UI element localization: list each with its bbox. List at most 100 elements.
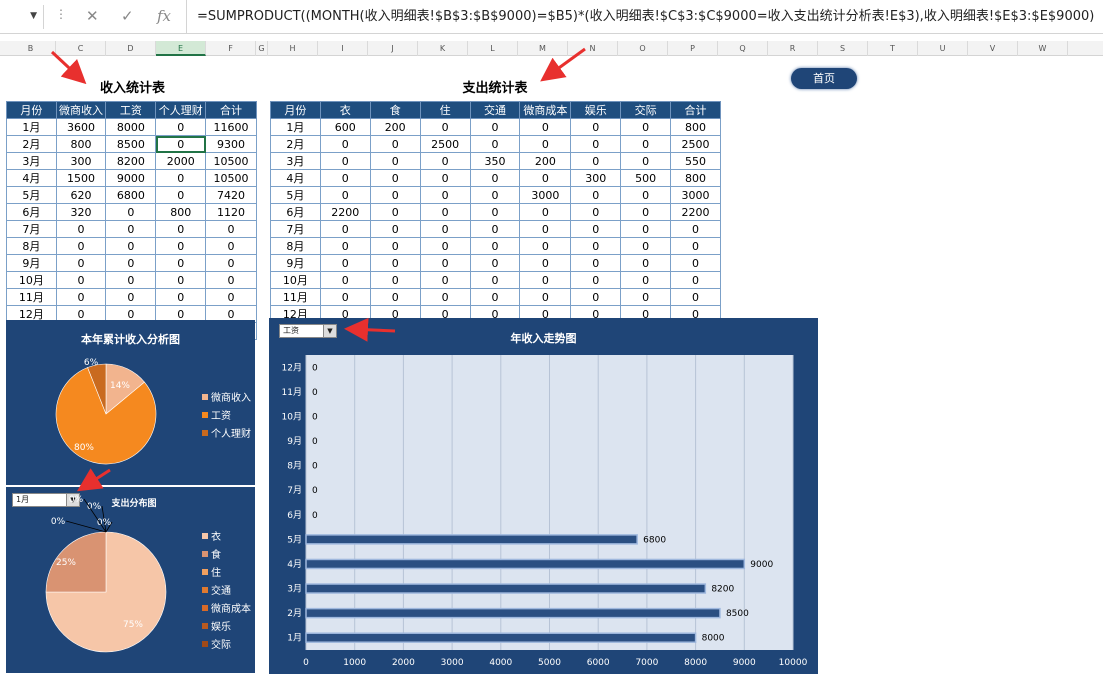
table-cell[interactable]: 0 bbox=[570, 152, 622, 170]
table-cell[interactable]: 0 bbox=[519, 220, 572, 238]
table-cell[interactable]: 550 bbox=[670, 152, 721, 170]
column-header-o[interactable]: O bbox=[618, 41, 668, 56]
table-cell[interactable]: 0 bbox=[620, 118, 672, 136]
column-header-r[interactable]: R bbox=[768, 41, 818, 56]
column-header-cell[interactable]: 住 bbox=[419, 101, 471, 119]
table-cell[interactable]: 0 bbox=[205, 254, 257, 272]
table-cell[interactable]: 0 bbox=[155, 288, 207, 306]
table-cell[interactable]: 0 bbox=[570, 203, 622, 221]
table-cell[interactable]: 8月 bbox=[6, 237, 57, 255]
table-cell[interactable]: 3月 bbox=[6, 152, 57, 170]
table-cell[interactable]: 320 bbox=[55, 203, 107, 221]
table-cell[interactable]: 0 bbox=[105, 203, 157, 221]
table-cell[interactable]: 0 bbox=[469, 118, 521, 136]
table-cell[interactable]: 7月 bbox=[6, 220, 57, 238]
table-cell[interactable]: 0 bbox=[620, 152, 672, 170]
column-header-w[interactable]: W bbox=[1018, 41, 1068, 56]
table-cell[interactable]: 0 bbox=[469, 254, 521, 272]
table-cell[interactable]: 0 bbox=[620, 203, 672, 221]
column-header-c[interactable]: C bbox=[56, 41, 106, 56]
bar[interactable] bbox=[305, 558, 746, 570]
table-cell[interactable]: 0 bbox=[105, 254, 157, 272]
table-cell[interactable]: 5月 bbox=[270, 186, 321, 204]
table-cell[interactable]: 600 bbox=[319, 118, 371, 136]
column-header-f[interactable]: F bbox=[206, 41, 256, 56]
table-cell[interactable]: 0 bbox=[419, 118, 471, 136]
bar[interactable] bbox=[305, 632, 697, 643]
column-header-l[interactable]: L bbox=[468, 41, 518, 56]
table-cell[interactable]: 3月 bbox=[270, 152, 321, 170]
table-cell[interactable]: 2200 bbox=[319, 203, 371, 221]
insert-function-icon[interactable]: fx bbox=[157, 7, 171, 25]
column-header-cell[interactable]: 个人理财 bbox=[155, 101, 207, 119]
table-cell[interactable]: 0 bbox=[469, 288, 521, 306]
table-cell[interactable]: 0 bbox=[570, 118, 622, 136]
table-cell[interactable]: 6月 bbox=[6, 203, 57, 221]
table-cell[interactable]: 0 bbox=[469, 271, 521, 289]
table-cell[interactable]: 300 bbox=[55, 152, 107, 170]
table-cell[interactable]: 0 bbox=[369, 288, 421, 306]
table-cell[interactable]: 0 bbox=[105, 271, 157, 289]
table-cell[interactable]: 0 bbox=[55, 254, 107, 272]
table-cell[interactable]: 0 bbox=[155, 237, 207, 255]
table-cell[interactable]: 0 bbox=[105, 288, 157, 306]
table-cell[interactable]: 0 bbox=[205, 220, 257, 238]
table-cell[interactable]: 8000 bbox=[105, 118, 157, 136]
table-cell[interactable]: 0 bbox=[670, 237, 721, 255]
table-cell[interactable]: 10月 bbox=[270, 271, 321, 289]
table-cell[interactable]: 7420 bbox=[205, 186, 257, 204]
table-cell[interactable]: 11600 bbox=[205, 118, 257, 136]
name-box[interactable]: ▼ bbox=[0, 5, 44, 29]
table-cell[interactable]: 0 bbox=[55, 288, 107, 306]
table-cell[interactable]: 4月 bbox=[6, 169, 57, 187]
table-cell[interactable]: 0 bbox=[319, 186, 371, 204]
table-cell[interactable]: 300 bbox=[570, 169, 622, 187]
table-cell[interactable]: 0 bbox=[620, 220, 672, 238]
table-cell[interactable]: 0 bbox=[670, 220, 721, 238]
table-cell[interactable]: 6800 bbox=[105, 186, 157, 204]
column-header-e[interactable]: E bbox=[156, 41, 206, 56]
table-cell[interactable]: 0 bbox=[369, 271, 421, 289]
table-cell[interactable]: 2000 bbox=[155, 152, 207, 170]
table-cell[interactable]: 0 bbox=[155, 135, 207, 153]
column-header-cell[interactable]: 月份 bbox=[6, 101, 57, 119]
table-cell[interactable]: 0 bbox=[369, 169, 421, 187]
table-cell[interactable]: 0 bbox=[519, 288, 572, 306]
column-header-cell[interactable]: 微商收入 bbox=[55, 101, 107, 119]
table-cell[interactable]: 0 bbox=[570, 288, 622, 306]
table-cell[interactable]: 0 bbox=[570, 220, 622, 238]
column-header-h[interactable]: H bbox=[268, 41, 318, 56]
table-cell[interactable]: 0 bbox=[319, 220, 371, 238]
column-header-cell[interactable]: 月份 bbox=[270, 101, 321, 119]
table-cell[interactable]: 3000 bbox=[670, 186, 721, 204]
column-header-cell[interactable]: 工资 bbox=[105, 101, 157, 119]
table-cell[interactable]: 0 bbox=[519, 118, 572, 136]
table-cell[interactable]: 0 bbox=[419, 220, 471, 238]
table-cell[interactable]: 200 bbox=[369, 118, 421, 136]
table-cell[interactable]: 3600 bbox=[55, 118, 107, 136]
table-cell[interactable]: 0 bbox=[519, 169, 572, 187]
table-cell[interactable]: 0 bbox=[105, 220, 157, 238]
table-cell[interactable]: 0 bbox=[469, 203, 521, 221]
table-cell[interactable]: 0 bbox=[570, 237, 622, 255]
table-cell[interactable]: 2月 bbox=[270, 135, 321, 153]
table-cell[interactable]: 10500 bbox=[205, 169, 257, 187]
table-cell[interactable]: 1120 bbox=[205, 203, 257, 221]
table-cell[interactable]: 0 bbox=[419, 203, 471, 221]
table-cell[interactable]: 9000 bbox=[105, 169, 157, 187]
table-cell[interactable]: 0 bbox=[205, 288, 257, 306]
chevron-down-icon[interactable]: ▼ bbox=[30, 11, 37, 21]
home-button[interactable]: 首页 bbox=[791, 68, 857, 89]
table-cell[interactable]: 7月 bbox=[270, 220, 321, 238]
table-cell[interactable]: 0 bbox=[369, 135, 421, 153]
column-header-g[interactable]: G bbox=[256, 41, 268, 56]
table-cell[interactable]: 0 bbox=[319, 271, 371, 289]
table-cell[interactable]: 0 bbox=[155, 186, 207, 204]
column-header-cell[interactable]: 合计 bbox=[205, 101, 257, 119]
table-cell[interactable]: 0 bbox=[620, 186, 672, 204]
table-cell[interactable]: 0 bbox=[55, 237, 107, 255]
column-header-p[interactable]: P bbox=[668, 41, 718, 56]
table-cell[interactable]: 0 bbox=[519, 237, 572, 255]
table-cell[interactable]: 8500 bbox=[105, 135, 157, 153]
table-cell[interactable]: 10500 bbox=[205, 152, 257, 170]
